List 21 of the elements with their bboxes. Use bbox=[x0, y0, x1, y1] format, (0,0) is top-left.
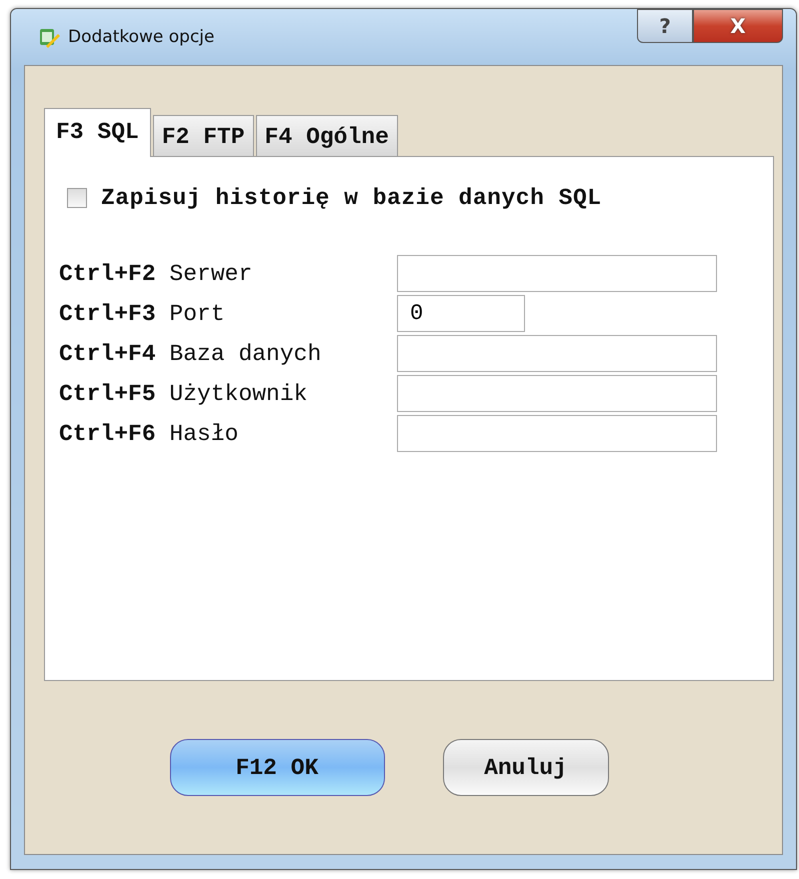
input-field[interactable]: 0 bbox=[397, 295, 525, 332]
field-label: Ctrl+F6 Hasło bbox=[59, 420, 240, 446]
input-field[interactable] bbox=[397, 255, 717, 292]
cancel-button[interactable]: Anuluj bbox=[442, 739, 608, 796]
input-field[interactable] bbox=[397, 375, 717, 412]
window-title: Dodatkowe opcje bbox=[68, 27, 214, 47]
field-label: Ctrl+F5 Użytkownik bbox=[59, 380, 308, 406]
close-button[interactable]: X bbox=[693, 9, 783, 43]
input-field[interactable] bbox=[397, 335, 717, 372]
tab[interactable]: F4 Ogólne bbox=[256, 115, 398, 156]
tab[interactable]: F3 SQL bbox=[44, 108, 151, 157]
field-label: Ctrl+F3 Port bbox=[59, 300, 226, 326]
tab[interactable]: F2 FTP bbox=[152, 115, 254, 156]
input-field[interactable] bbox=[397, 415, 717, 452]
help-button[interactable]: ? bbox=[637, 9, 693, 43]
checkbox-label: Zapisuj historię w bazie danych SQL bbox=[101, 185, 602, 211]
ok-button[interactable]: F12 OK bbox=[170, 739, 384, 796]
app-icon bbox=[38, 26, 60, 48]
checkbox[interactable] bbox=[67, 188, 87, 208]
field-label: Ctrl+F4 Baza danych bbox=[59, 340, 322, 366]
field-label: Ctrl+F2 Serwer bbox=[59, 260, 254, 286]
